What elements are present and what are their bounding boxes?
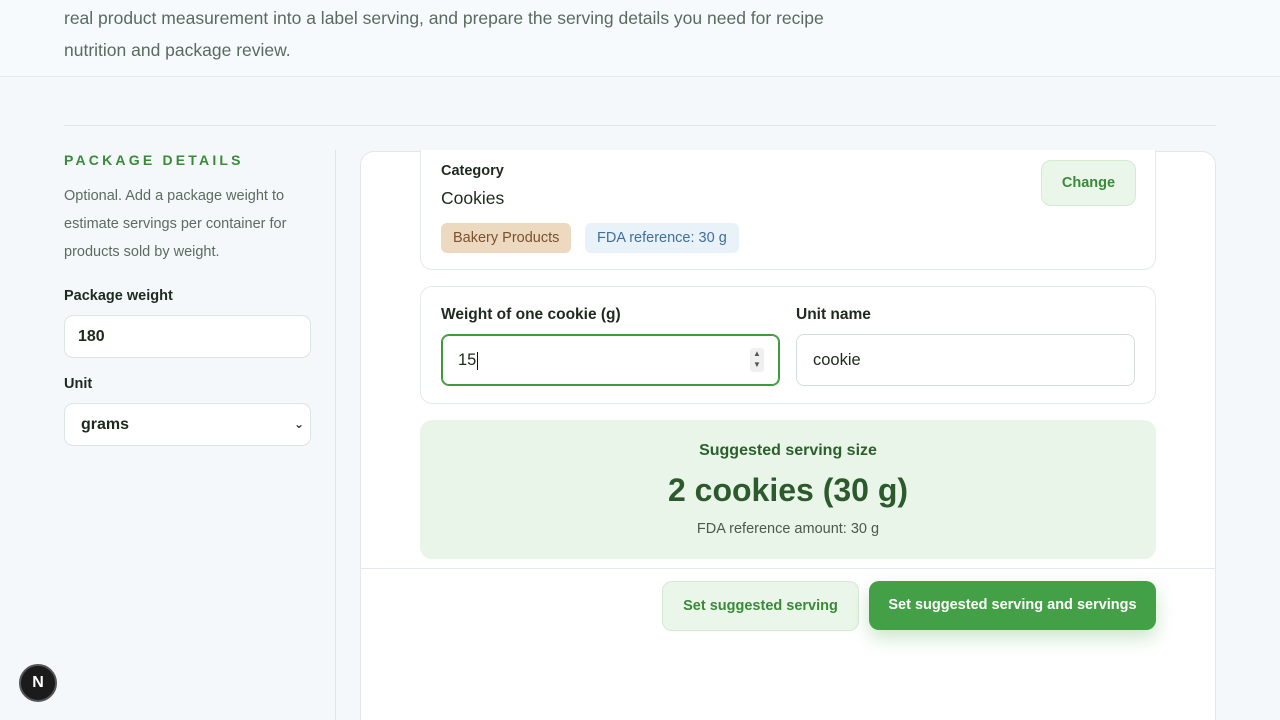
change-category-button[interactable]: Change [1041,160,1136,206]
package-details-help: Optional. Add a package weight to estima… [64,188,287,260]
unit-weight-label: Weight of one cookie (g) [441,306,621,323]
set-suggested-serving-button[interactable]: Set suggested serving [662,581,859,631]
text-caret [477,351,479,370]
intro-header: real product measurement into a label se… [0,0,1280,77]
category-value: Cookies [441,188,505,208]
suggested-serving-title: Suggested serving size [699,442,877,459]
package-weight-label: Package weight [64,288,173,304]
intro-text: real product measurement into a label se… [64,8,824,60]
serving-card: Category Cookies Bakery Products FDA ref… [360,150,1216,720]
column-divider [335,150,336,720]
actions-divider [361,568,1215,569]
chevron-down-icon: ⌄ [293,417,304,431]
fda-reference-amount: FDA reference amount: 30 g [696,521,880,537]
unit-weight-card: Weight of one cookie (g) Unit name 15 ▲ ▼… [420,286,1156,404]
unit-select-value: grams [81,416,130,433]
number-stepper-icon[interactable]: ▲ ▼ [750,348,764,372]
unit-label: Unit [64,376,93,392]
category-label: Category [441,163,504,179]
devtools-badge[interactable]: N [19,664,57,702]
unit-name-label: Unit name [796,306,871,323]
package-weight-input[interactable]: 180 [64,315,311,358]
set-serving-and-servings-button[interactable]: Set suggested serving and servings [869,581,1156,630]
unit-weight-value: 15 [458,351,477,369]
package-details-heading: PACKAGE DETAILS [64,152,244,168]
unit-name-input[interactable]: cookie [796,334,1135,386]
fda-reference-badge: FDA reference: 30 g [585,223,739,253]
unit-weight-input[interactable]: 15 ▲ ▼ [441,334,780,386]
category-card: Category Cookies Bakery Products FDA ref… [420,150,1156,270]
section-divider [64,125,1216,126]
package-details-panel: PACKAGE DETAILS Optional. Add a package … [64,150,311,446]
suggested-serving-box: Suggested serving size 2 cookies (30 g) … [420,420,1156,559]
unit-select[interactable]: grams ⌄ [64,403,311,446]
category-group-badge: Bakery Products [441,223,572,253]
suggested-serving-value: 2 cookies (30 g) [667,472,909,508]
